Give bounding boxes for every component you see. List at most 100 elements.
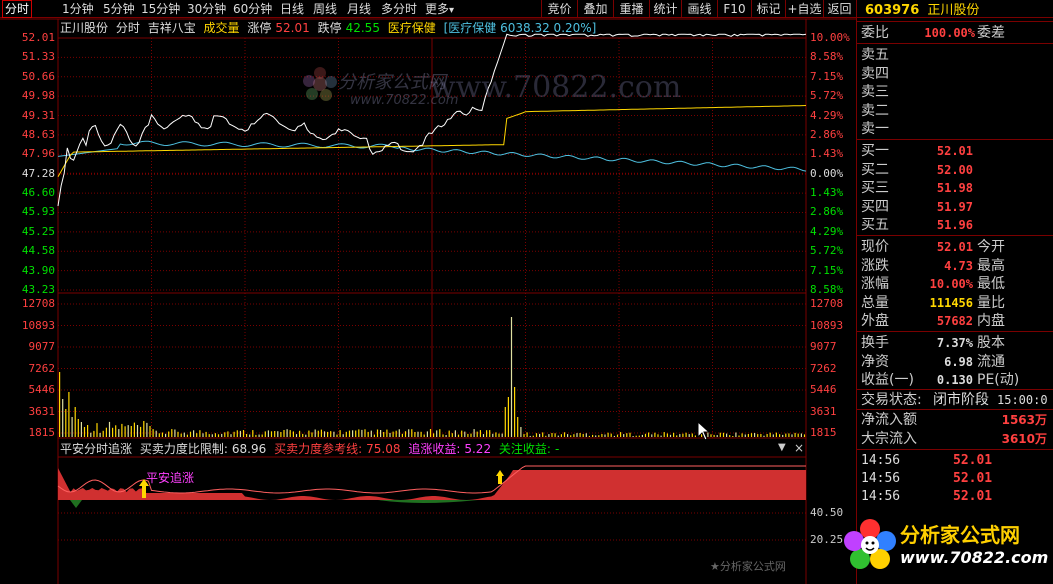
volume-bar	[342, 434, 344, 437]
ratio-label: 买卖力度比限制:	[139, 442, 228, 456]
volume-bar	[158, 433, 160, 437]
volume-bar	[542, 432, 544, 437]
volume-bar	[121, 423, 123, 437]
stat-row: 涨跌 4.73 最高	[857, 257, 1053, 276]
volume-bar	[239, 430, 241, 437]
volume-bar	[451, 433, 453, 437]
ask-row: 卖五	[857, 46, 1053, 65]
stat-label: 净资	[861, 353, 889, 370]
volume-bar	[486, 430, 488, 437]
weibi-label: 委比	[861, 25, 889, 41]
volume-axis-label-right: 10893	[810, 318, 844, 332]
indicator-axis-label: 20.25	[810, 533, 844, 546]
stat-label: 内盘	[977, 313, 1005, 329]
watch-label: 关注收益:	[498, 442, 551, 456]
volume-bar	[270, 431, 273, 437]
logo-name: 分析家公式网	[900, 523, 1020, 547]
net-inflow-value: 1563万	[1001, 413, 1047, 427]
volume-bar	[295, 434, 298, 437]
flow-row: 净流入额 1563万	[857, 411, 1053, 430]
volume-bar	[779, 434, 781, 437]
volume-bar	[211, 434, 213, 437]
volume-axis-label-right: 5446	[810, 383, 837, 396]
volume-bar	[96, 423, 98, 437]
volume-bar	[417, 431, 419, 437]
volume-bar	[336, 434, 338, 437]
volume-bar	[601, 434, 603, 437]
volume-bar	[193, 430, 195, 437]
volume-bar	[579, 433, 581, 437]
volume-bar	[183, 432, 185, 437]
volume-bar	[258, 434, 260, 437]
chart-header: 正川股份 分时 吉祥八宝 成交量 涨停 52.01 跌停 42.55 医疗保健 [医…	[60, 20, 600, 36]
volume-bar	[648, 432, 650, 437]
flower-logo-icon	[844, 519, 896, 569]
indicator-dropdown-icon[interactable]: ▼	[778, 442, 786, 453]
volume-bar	[766, 434, 768, 437]
volume-bar	[118, 429, 120, 437]
volume-bar	[143, 421, 145, 437]
big-inflow-label: 大宗流入	[861, 430, 917, 447]
volume-bar	[735, 432, 737, 437]
volume-bar	[323, 431, 326, 437]
volume-bar	[604, 434, 606, 437]
volume-bar	[688, 434, 690, 437]
stock-name: 正川股份	[60, 21, 109, 35]
volume-bar	[682, 433, 684, 437]
logo-url: www.70822.com	[900, 548, 1049, 567]
volume-bar	[507, 397, 509, 437]
volume-bar	[595, 435, 597, 437]
volume-bar	[504, 407, 506, 437]
indicator-axis-label: 40.50	[810, 506, 844, 519]
volume-bar	[498, 433, 500, 437]
volume-bar	[161, 432, 163, 437]
bid-row: 买三 51.98	[857, 179, 1053, 198]
volume-bar	[439, 429, 441, 437]
volume-bar	[165, 433, 167, 437]
status-time: 15:00:0	[997, 393, 1048, 407]
volume-bar	[620, 432, 622, 437]
pct-axis-label: 8.58%	[810, 50, 844, 64]
bid-price: 52.00	[936, 162, 973, 177]
trade-status-row: 交易状态: 闭市阶段 15:00:0	[857, 390, 1053, 410]
volume-bar	[364, 429, 366, 437]
volume-bar	[124, 426, 126, 437]
volume-bar	[448, 430, 450, 437]
bid-list: 买一 52.01 买二 52.00 买三 51.98 买四 51.97 买五 51.96	[857, 140, 1053, 236]
trade-list[interactable]: 14:56 52.01 14:56 52.01 14:56 52.01	[857, 450, 1053, 506]
volume-bar	[729, 435, 731, 437]
volume-bar	[423, 434, 425, 437]
volume-bar	[280, 432, 282, 437]
volume-axis-label: 1815	[28, 426, 56, 439]
volume-bar	[669, 434, 672, 437]
site-logo: 分析家公式网 www.70822.com	[842, 515, 1049, 577]
volume-bar	[461, 430, 463, 437]
limit-up-value: 52.01	[275, 21, 310, 35]
volume-bar	[171, 429, 173, 437]
volume-bar	[71, 417, 73, 437]
volume-bar	[59, 372, 61, 437]
price-axis-label: 51.33	[21, 50, 55, 64]
volume-bar	[741, 433, 743, 437]
volume-bar	[539, 433, 541, 437]
volume-bar	[214, 433, 216, 437]
quote-title: 603976 正川股份	[857, 0, 1053, 22]
volume-bar	[800, 433, 802, 437]
volume-bar	[68, 392, 70, 437]
chart-mode: 分时	[115, 21, 140, 35]
indicator-green-area	[70, 500, 478, 508]
stat-label: 外盘	[861, 313, 889, 329]
volume-bar	[772, 434, 774, 437]
volume-bar	[738, 435, 740, 437]
pct-axis-label: 4.29%	[810, 108, 844, 122]
watch-value: -	[554, 442, 560, 456]
ask-label: 卖五	[861, 47, 889, 63]
volume-bar	[202, 433, 204, 437]
volume-bar	[168, 431, 170, 437]
stat-label: 今开	[977, 239, 1005, 255]
volume-bar	[726, 433, 728, 437]
indicator-close-icon[interactable]: ×	[794, 441, 804, 455]
price-axis-label: 43.90	[21, 263, 55, 277]
brand-label: 吉祥八宝	[147, 21, 196, 35]
volume-axis-label: 12708	[21, 297, 55, 310]
